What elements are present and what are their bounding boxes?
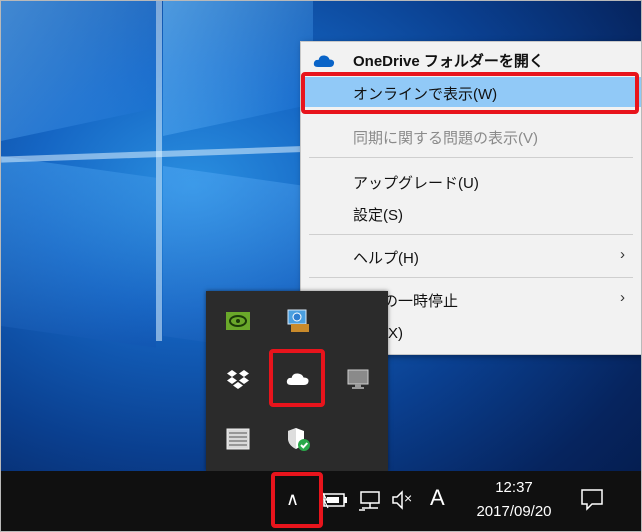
submenu-arrow-icon: › [620, 289, 625, 306]
menu-item-label: アップグレード(U) [353, 175, 479, 192]
highlight-box-chevron [271, 472, 323, 528]
battery-icon[interactable] [321, 489, 349, 516]
menu-item-help[interactable]: ヘルプ(H) › [301, 241, 641, 271]
highlight-box-view-online [301, 72, 639, 114]
keyboard-icon[interactable] [224, 425, 252, 453]
network-share-icon[interactable] [284, 307, 312, 335]
menu-item-label: OneDrive フォルダーを開く [353, 53, 544, 70]
ime-indicator[interactable]: A [430, 485, 445, 511]
action-center-icon[interactable] [579, 487, 605, 516]
highlight-box-onedrive-tray [269, 349, 325, 407]
mute-glyph: × [404, 490, 413, 506]
security-shield-icon[interactable] [284, 425, 312, 453]
menu-item-view-sync-problems[interactable]: 同期に関する問題の表示(V) [301, 121, 641, 151]
screenshot-frame: OneDrive フォルダーを開く オンラインで表示(W) 同期に関する問題の表… [0, 0, 642, 532]
menu-item-label: 同期に関する問題の表示(V) [353, 130, 538, 147]
clock-date: 2017/09/20 [476, 503, 552, 520]
menu-item-settings[interactable]: 設定(S) [301, 198, 641, 228]
clock-time: 12:37 [495, 479, 533, 496]
menu-separator [309, 234, 633, 235]
menu-item-label: ヘルプ(H) [353, 250, 419, 267]
submenu-arrow-icon: › [620, 246, 625, 263]
display-icon[interactable] [344, 365, 372, 393]
menu-separator [309, 157, 633, 158]
menu-item-open-onedrive-folder[interactable]: OneDrive フォルダーを開く [301, 44, 641, 74]
volume-muted-icon[interactable]: × [391, 489, 421, 511]
menu-separator [309, 277, 633, 278]
dropbox-icon[interactable] [224, 365, 252, 393]
onedrive-cloud-icon [313, 55, 335, 67]
network-icon[interactable] [358, 489, 384, 516]
menu-item-upgrade[interactable]: アップグレード(U) [301, 166, 641, 196]
menu-item-label: 設定(S) [353, 207, 403, 224]
nvidia-icon[interactable] [224, 307, 252, 335]
